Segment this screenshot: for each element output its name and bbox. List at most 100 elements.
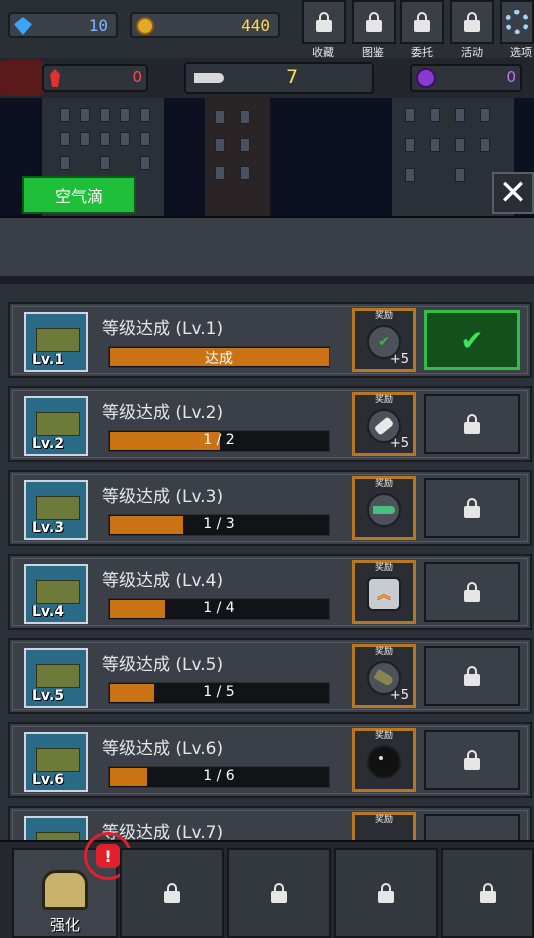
- lock-icon: [479, 883, 496, 903]
- progress-bar: 1 / 6: [108, 766, 330, 788]
- gun-icon: [194, 73, 224, 83]
- locked-claim-button[interactable]: [424, 562, 520, 622]
- reward-slot[interactable]: 奖励: [352, 812, 416, 840]
- tank-thumbnail: [24, 816, 88, 840]
- progress-text: 达成: [205, 351, 233, 367]
- achievement-title: 等级达成 (Lv.4): [102, 571, 224, 591]
- locked-tab[interactable]: [120, 848, 224, 938]
- locked-claim-button[interactable]: [424, 394, 520, 454]
- events-button[interactable]: [450, 0, 494, 44]
- alert-icon: !: [96, 844, 120, 868]
- close-button[interactable]: ✕: [492, 172, 534, 214]
- lock-icon: [464, 582, 480, 602]
- progress-bar: 达成: [108, 346, 330, 368]
- reward-slot[interactable]: 奖励 +5: [352, 392, 416, 456]
- achievement-row: Lv.5 等级达成 (Lv.5) 1 / 5 奖励 +5: [8, 638, 532, 714]
- locked-tab[interactable]: [441, 848, 534, 938]
- level-badge: Lv.6: [32, 772, 64, 788]
- locked-tab[interactable]: [334, 848, 438, 938]
- reward-label: 奖励: [374, 815, 393, 825]
- tank-thumbnail: Lv.5: [24, 648, 88, 708]
- checkmark-icon: ✔: [460, 323, 484, 357]
- tank-icon: [36, 580, 80, 604]
- gem-counter: 10: [8, 12, 118, 38]
- level-badge: Lv.3: [32, 520, 64, 536]
- achievement-row: Lv.4 等级达成 (Lv.4) 1 / 4 奖励 ︽: [8, 554, 532, 630]
- achievement-title: 等级达成 (Lv.5): [102, 655, 224, 675]
- wrench-icon: [42, 869, 88, 910]
- tank-thumbnail: Lv.6: [24, 732, 88, 792]
- upgrade-tab-label: 强化: [49, 915, 80, 934]
- level-badge: Lv.1: [32, 352, 64, 368]
- reward-quantity: +5: [389, 688, 409, 703]
- tank-thumbnail: Lv.1: [24, 312, 88, 372]
- collection-button[interactable]: [302, 0, 346, 44]
- red-crystal-counter: 0: [42, 64, 148, 92]
- progress-text: 1 / 4: [203, 600, 235, 616]
- reward-label: 奖励: [374, 563, 393, 573]
- lock-icon: [464, 498, 480, 518]
- reward-quantity: +5: [389, 352, 409, 367]
- gear-icon: [505, 10, 529, 34]
- reward-slot[interactable]: 奖励 ✔ +5: [352, 308, 416, 372]
- commission-button[interactable]: [400, 0, 444, 44]
- locked-tab[interactable]: [227, 848, 331, 938]
- locked-claim-button[interactable]: [424, 730, 520, 790]
- progress-bar: 1 / 4: [108, 598, 330, 620]
- tank-thumbnail: Lv.3: [24, 480, 88, 540]
- bomb-icon: [367, 745, 401, 779]
- reward-label: 奖励: [374, 479, 393, 489]
- lock-icon: [378, 883, 394, 903]
- reward-slot[interactable]: 奖励: [352, 476, 416, 540]
- locked-claim-button[interactable]: [424, 478, 520, 538]
- achievement-row-partial: 等级达成 (Lv.7) 奖励: [8, 806, 532, 840]
- gem-count: 10: [88, 16, 108, 35]
- panel-header: [0, 216, 534, 276]
- progress-text: 1 / 5: [203, 684, 235, 700]
- tank-thumbnail: Lv.4: [24, 564, 88, 624]
- reward-label: 奖励: [374, 647, 393, 657]
- ammo-count: 7: [286, 66, 299, 88]
- tank-icon: [36, 412, 80, 436]
- reward-label: 奖励: [374, 311, 393, 321]
- tank-icon: [36, 748, 80, 772]
- red-crystal-count: 0: [132, 68, 142, 86]
- air-drop-button[interactable]: 空气滴: [22, 176, 136, 214]
- settings-button[interactable]: [500, 0, 534, 44]
- missile-icon: [367, 493, 401, 527]
- achievement-title: 等级达成 (Lv.6): [102, 739, 224, 759]
- achievement-row: Lv.1 等级达成 (Lv.1) 达成 奖励 ✔ +5 ✔: [8, 302, 532, 378]
- achievement-row: 等级达成 (Lv.7) 奖励: [8, 806, 532, 840]
- reward-slot[interactable]: 奖励 ︽: [352, 560, 416, 624]
- lock-icon: [464, 12, 480, 32]
- lock-icon: [414, 12, 430, 32]
- purple-orb-counter: 0: [410, 64, 522, 92]
- rank-up-chip-icon: ︽: [367, 577, 401, 611]
- claimed-button[interactable]: ✔: [424, 310, 520, 370]
- progress-text: 1 / 6: [203, 768, 235, 784]
- level-badge: Lv.5: [32, 688, 64, 704]
- lock-icon: [464, 666, 480, 686]
- achievement-row: Lv.3 等级达成 (Lv.3) 1 / 3 奖励: [8, 470, 532, 546]
- reward-slot[interactable]: 奖励 +5: [352, 644, 416, 708]
- reward-label: 奖励: [374, 731, 393, 741]
- codex-button[interactable]: [352, 0, 396, 44]
- progress-text: 1 / 2: [203, 432, 235, 448]
- achievement-title: 等级达成 (Lv.2): [102, 403, 224, 423]
- locked-claim-button[interactable]: [424, 814, 520, 840]
- coin-count: 440: [241, 16, 270, 35]
- emblem-icon: [0, 60, 44, 96]
- ammo-counter: 7: [184, 62, 374, 94]
- tank-icon: [36, 496, 80, 520]
- locked-claim-button[interactable]: [424, 646, 520, 706]
- level-badge: Lv.2: [32, 436, 64, 452]
- progress-bar: 1 / 2: [108, 430, 330, 452]
- tank-icon: [36, 832, 80, 840]
- tank-icon: [36, 664, 80, 688]
- tank-icon: [36, 328, 80, 352]
- level-badge: Lv.4: [32, 604, 64, 620]
- achievement-title: 等级达成 (Lv.3): [102, 487, 224, 507]
- reward-slot[interactable]: 奖励: [352, 728, 416, 792]
- close-icon: ✕: [498, 173, 528, 213]
- lock-icon: [271, 883, 287, 903]
